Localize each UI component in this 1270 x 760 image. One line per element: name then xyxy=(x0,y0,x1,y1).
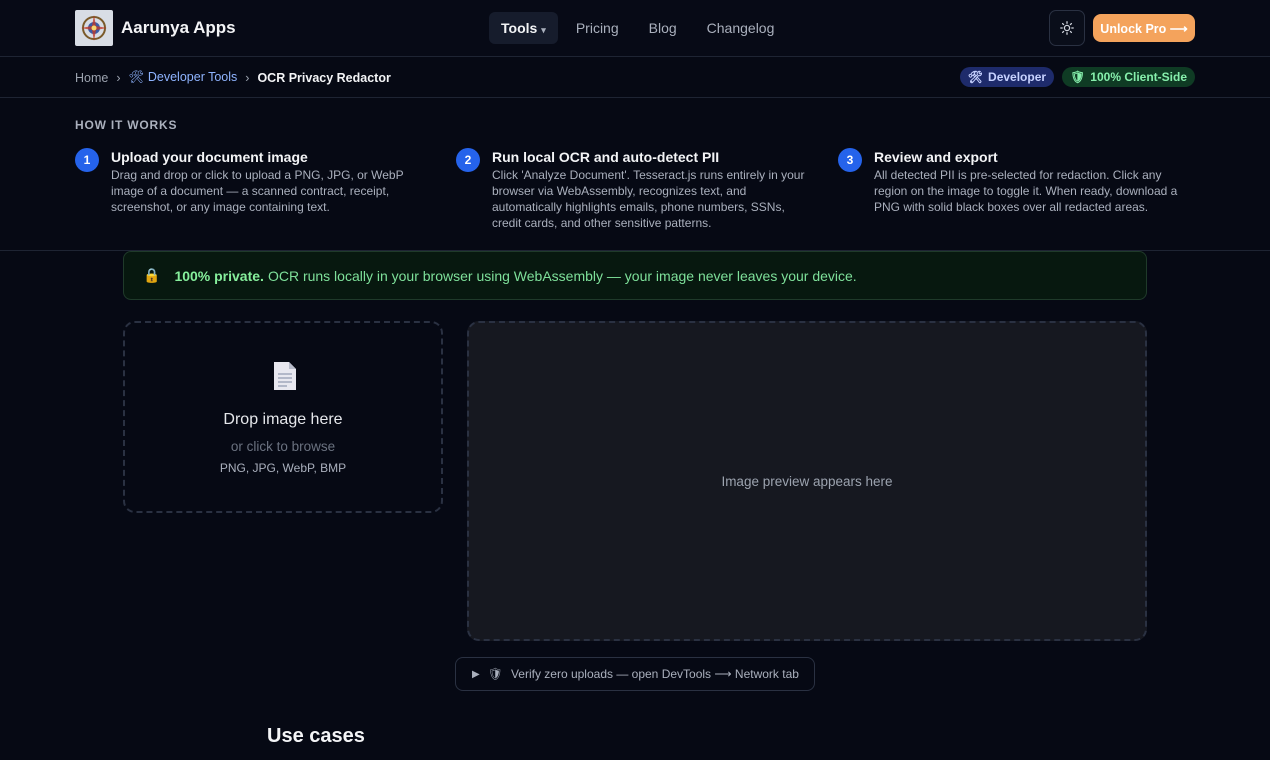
lock-icon: 🔒 xyxy=(143,267,161,283)
shield-icon: 🛡 xyxy=(487,667,503,681)
client-side-badge: 🛡 100% Client-Side xyxy=(1062,67,1195,87)
breadcrumb-bar: Home › 🛠 Developer Tools › OCR Privacy R… xyxy=(0,57,1270,98)
step-description: All detected PII is pre-selected for red… xyxy=(874,168,1178,214)
theme-toggle-button[interactable] xyxy=(1049,10,1085,46)
breadcrumb-home[interactable]: Home xyxy=(75,71,108,85)
dropzone-title: Drop image here xyxy=(223,411,343,428)
breadcrumb-developer-tools[interactable]: 🛠 Developer Tools xyxy=(129,70,238,85)
badge-group: 🛠 Developer 🛡 100% Client-Side xyxy=(959,67,1195,87)
step-number: 2 xyxy=(456,148,480,172)
dropzone-formats: PNG, JPG, WebP, BMP xyxy=(219,461,347,475)
top-navbar: Aarunya Apps Tools ▾ Pricing Blog Changel… xyxy=(0,0,1270,57)
breadcrumb-separator: › xyxy=(245,70,250,85)
breadcrumb-current: OCR Privacy Redactor xyxy=(257,70,391,85)
step-number: 3 xyxy=(838,148,862,172)
step-description: Click 'Analyze Document'. Tesseract.js r… xyxy=(492,168,805,230)
image-preview-panel: Image preview appears here xyxy=(467,321,1147,641)
use-cases-heading: Use cases xyxy=(267,725,365,747)
client-side-badge-label: 100% Client-Side xyxy=(1090,70,1187,84)
developer-badge: 🛠 Developer xyxy=(959,67,1055,87)
step-title: Review and export xyxy=(874,149,998,165)
chevron-down-icon: ▾ xyxy=(541,25,546,35)
brand-link[interactable]: Aarunya Apps xyxy=(75,10,236,46)
nav-item-pricing[interactable]: Pricing xyxy=(564,12,631,44)
document-icon xyxy=(274,362,296,390)
play-icon: ▶ xyxy=(472,668,480,680)
nav-item-changelog[interactable]: Changelog xyxy=(695,12,787,44)
breadcrumb: Home › 🛠 Developer Tools › OCR Privacy R… xyxy=(75,70,391,85)
verify-uploads-toggle[interactable]: ▶ 🛡 Verify zero uploads — open DevTools … xyxy=(455,657,815,691)
preview-placeholder: Image preview appears here xyxy=(721,473,893,489)
privacy-banner: 🔒 100% private. OCR runs locally in your… xyxy=(123,251,1147,300)
how-it-works-title: HOW IT WORKS xyxy=(75,118,178,132)
tools-icon: 🛠 xyxy=(128,70,145,84)
image-dropzone[interactable]: Drop image here or click to browse PNG, … xyxy=(123,321,443,513)
step-number: 1 xyxy=(75,148,99,172)
nav-item-tools[interactable]: Tools ▾ xyxy=(489,12,558,44)
unlock-pro-button[interactable]: Unlock Pro ⟶ xyxy=(1093,14,1195,42)
developer-badge-label: Developer xyxy=(988,70,1047,84)
verify-label: Verify zero uploads — open DevTools ⟶ Ne… xyxy=(510,667,799,681)
nav-item-blog[interactable]: Blog xyxy=(637,12,689,44)
how-it-works-section: HOW IT WORKS 1 Upload your document imag… xyxy=(75,118,1195,230)
step-description: Drag and drop or click to upload a PNG, … xyxy=(111,168,404,214)
privacy-bold: 100% private. xyxy=(174,267,264,284)
tools-icon: 🛠 xyxy=(967,70,984,84)
brand-logo-icon xyxy=(75,10,113,46)
shield-icon: 🛡 xyxy=(1070,70,1086,84)
main-nav: Tools ▾ Pricing Blog Changelog xyxy=(489,12,786,44)
breadcrumb-category-label: Developer Tools xyxy=(147,70,238,84)
brand-name: Aarunya Apps xyxy=(121,18,236,37)
dropzone-subtitle: or click to browse xyxy=(230,439,336,454)
privacy-text: OCR runs locally in your browser using W… xyxy=(267,267,857,284)
step-title: Run local OCR and auto-detect PII xyxy=(492,149,720,165)
nav-tools-label: Tools xyxy=(501,20,538,36)
sun-icon xyxy=(1060,21,1074,35)
step-title: Upload your document image xyxy=(111,149,308,165)
breadcrumb-separator: › xyxy=(116,70,121,85)
